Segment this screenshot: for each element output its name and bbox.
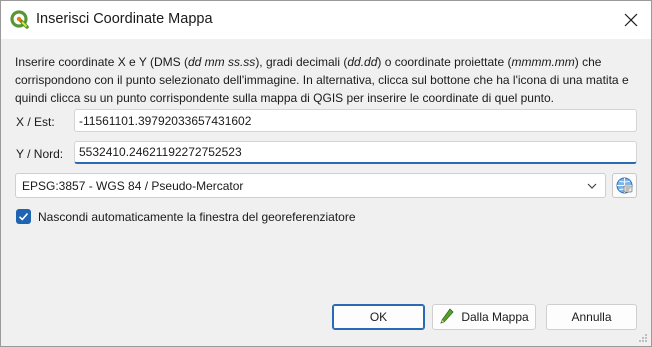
instructions-part-2: ), gradi decimali ( (255, 55, 348, 69)
instructions-part-1: Inserire coordinate X e Y (DMS ( (15, 55, 188, 69)
dialog-body: Inserire coordinate X e Y (DMS (dd mm ss… (1, 39, 651, 346)
instructions-part-3: ) o coordinate proiettate ( (377, 55, 512, 69)
chevron-down-icon (587, 183, 597, 189)
qgis-logo-icon (10, 10, 29, 29)
auto-hide-label: Nascondi automaticamente la finestra del… (38, 209, 356, 224)
auto-hide-checkbox[interactable] (16, 209, 31, 224)
pencil-icon (440, 308, 454, 324)
instructions-text: Inserire coordinate X e Y (DMS (dd mm ss… (15, 53, 641, 107)
ok-button[interactable]: OK (332, 304, 425, 330)
checkmark-icon (18, 212, 29, 221)
title-bar[interactable]: Inserisci Coordinate Mappa (1, 1, 651, 39)
close-button[interactable] (611, 1, 651, 39)
projected-format: mmmm.mm (511, 55, 575, 69)
decimal-format: dd.dd (347, 55, 378, 69)
crs-dropdown[interactable]: EPSG:3857 - WGS 84 / Pseudo-Mercator (15, 173, 606, 198)
cancel-button[interactable]: Annulla (546, 304, 637, 330)
dms-format: dd mm ss.ss (187, 55, 256, 69)
crs-selected-value: EPSG:3857 - WGS 84 / Pseudo-Mercator (22, 178, 244, 193)
x-label: X / Est: (16, 115, 55, 129)
y-input[interactable]: 5532410.24621192272752523 (74, 141, 637, 164)
close-icon (624, 13, 638, 27)
window-title: Inserisci Coordinate Mappa (36, 11, 213, 27)
auto-hide-option[interactable]: Nascondi automaticamente la finestra del… (16, 209, 356, 224)
dialog-window: Inserisci Coordinate Mappa Inserire coor… (0, 0, 652, 347)
crs-selector-button[interactable] (612, 173, 637, 198)
from-map-label: Dalla Mappa (461, 310, 529, 324)
resize-grip-icon[interactable] (638, 333, 648, 343)
globe-icon (616, 177, 633, 194)
from-map-button[interactable]: Dalla Mappa (432, 304, 536, 330)
x-input[interactable]: -11561101.397920336574316​02 (74, 109, 637, 132)
y-label: Y / Nord: (16, 147, 64, 161)
